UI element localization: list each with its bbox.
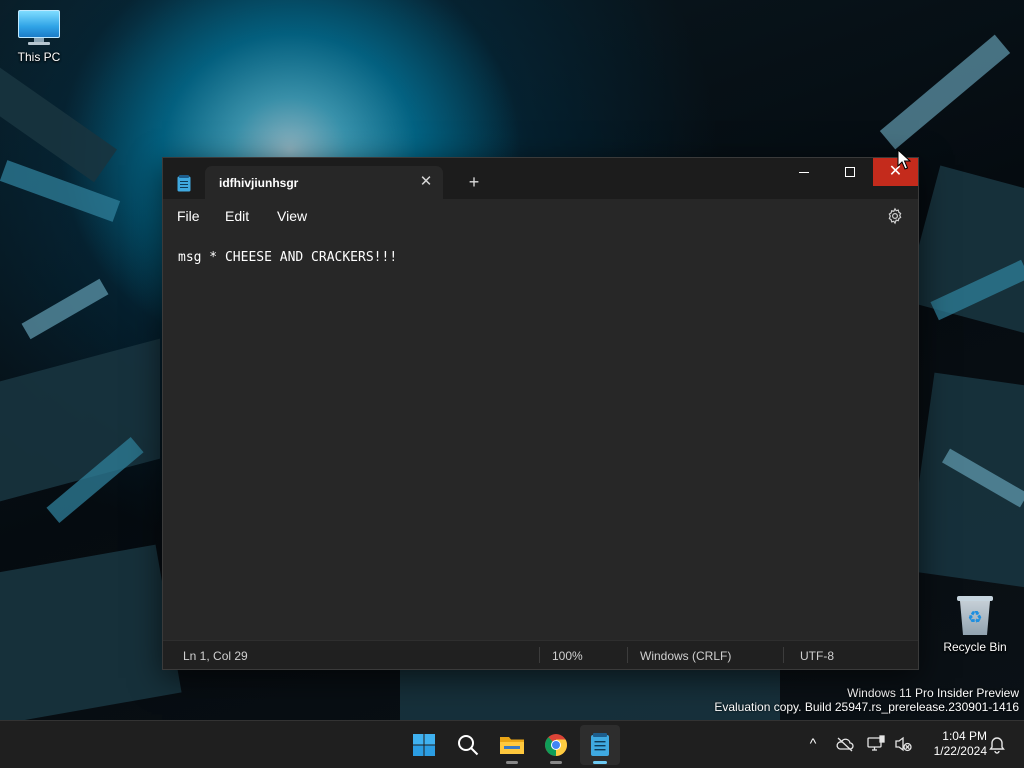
line-endings: Windows (CRLF) bbox=[640, 649, 732, 663]
volume-muted-icon[interactable] bbox=[893, 734, 913, 754]
status-divider bbox=[539, 647, 540, 663]
bell-icon[interactable] bbox=[987, 734, 1007, 754]
close-button[interactable]: ✕ bbox=[873, 158, 918, 186]
new-tab-button[interactable]: + bbox=[464, 172, 484, 192]
menu-bar: File Edit View bbox=[163, 199, 918, 233]
desktop-icon-label: This PC bbox=[17, 50, 61, 64]
zoom-level: 100% bbox=[552, 649, 583, 663]
status-divider bbox=[627, 647, 628, 663]
minimize-button[interactable] bbox=[781, 158, 827, 186]
notepad-icon bbox=[591, 733, 609, 756]
clock-time: 1:04 PM bbox=[942, 729, 987, 743]
notepad-window: idfhivjiunhsgr ✕ + ✕ File Edit View msg … bbox=[162, 157, 919, 670]
menu-edit[interactable]: Edit bbox=[225, 208, 249, 224]
running-indicator bbox=[506, 761, 518, 764]
maximize-button[interactable] bbox=[827, 158, 873, 186]
chrome-icon bbox=[545, 734, 567, 756]
network-icon[interactable] bbox=[866, 734, 886, 754]
taskbar-chrome[interactable] bbox=[536, 725, 576, 765]
status-divider bbox=[783, 647, 784, 663]
status-bar: Ln 1, Col 29 100% Windows (CRLF) UTF-8 bbox=[163, 640, 918, 669]
taskbar-notepad[interactable] bbox=[580, 725, 620, 765]
cursor-position: Ln 1, Col 29 bbox=[183, 649, 248, 663]
windows-watermark: Windows 11 Pro Insider Preview Evaluatio… bbox=[714, 686, 1019, 714]
encoding: UTF-8 bbox=[800, 649, 834, 663]
folder-icon bbox=[500, 737, 524, 754]
active-indicator bbox=[593, 761, 607, 764]
tab-title: idfhivjiunhsgr bbox=[219, 176, 299, 190]
desktop-icon-recycle-bin[interactable]: ♻ Recycle Bin bbox=[937, 596, 1013, 654]
title-bar[interactable]: idfhivjiunhsgr ✕ + ✕ bbox=[163, 158, 918, 199]
watermark-line-1: Windows 11 Pro Insider Preview bbox=[847, 686, 1019, 700]
tab-close-icon[interactable]: ✕ bbox=[417, 173, 435, 191]
maximize-icon bbox=[845, 167, 855, 177]
minimize-icon bbox=[799, 171, 809, 173]
search-icon bbox=[458, 735, 479, 756]
computer-monitor-icon bbox=[18, 10, 60, 46]
desktop-icon-this-pc[interactable]: This PC bbox=[1, 10, 77, 64]
text-editor[interactable]: msg * CHEESE AND CRACKERS!!! bbox=[163, 233, 918, 640]
mouse-cursor-icon bbox=[897, 149, 911, 170]
taskbar-file-explorer[interactable] bbox=[492, 725, 532, 765]
gear-icon[interactable] bbox=[886, 207, 904, 225]
tab-document[interactable]: idfhivjiunhsgr ✕ bbox=[205, 166, 443, 199]
notepad-icon bbox=[177, 175, 191, 192]
show-hidden-icons-chevron-icon[interactable]: ^ bbox=[804, 734, 822, 752]
onedrive-cloud-icon[interactable] bbox=[835, 734, 855, 754]
taskbar-search-button[interactable] bbox=[448, 725, 488, 765]
watermark-line-2: Evaluation copy. Build 25947.rs_prerelea… bbox=[714, 700, 1019, 714]
desktop-icon-label: Recycle Bin bbox=[943, 640, 1007, 654]
running-indicator bbox=[550, 761, 562, 764]
menu-file[interactable]: File bbox=[177, 208, 200, 224]
system-clock[interactable]: 1:04 PM 1/22/2024 bbox=[917, 729, 987, 759]
windows-start-icon bbox=[413, 734, 435, 756]
taskbar-start-button[interactable] bbox=[404, 725, 444, 765]
menu-view[interactable]: View bbox=[277, 208, 307, 224]
recycle-bin-icon: ♻ bbox=[957, 596, 993, 636]
clock-date: 1/22/2024 bbox=[933, 744, 987, 758]
